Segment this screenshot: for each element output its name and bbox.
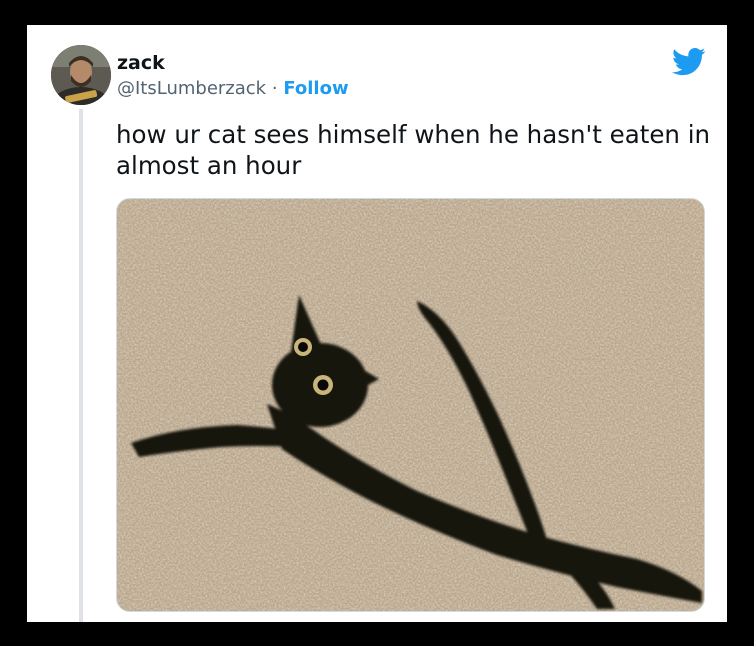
- follow-button[interactable]: Follow: [283, 78, 348, 99]
- display-name[interactable]: zack: [117, 51, 349, 75]
- avatar-image: [51, 45, 111, 105]
- twitter-bird-icon[interactable]: [672, 47, 706, 77]
- handle-row: @ItsLumberzack · Follow: [117, 76, 349, 102]
- tweet-embed-card: zack @ItsLumberzack · Follow how ur cat …: [27, 25, 727, 622]
- tweet-text: how ur cat sees himself when he hasn't e…: [116, 120, 711, 180]
- tweet-media-image[interactable]: [116, 198, 705, 612]
- user-handle[interactable]: @ItsLumberzack: [117, 78, 266, 99]
- user-block: zack @ItsLumberzack · Follow: [117, 51, 349, 102]
- avatar[interactable]: [51, 45, 111, 105]
- cat-photo: [117, 199, 704, 611]
- separator-dot: ·: [271, 78, 278, 99]
- thread-line: [79, 109, 83, 622]
